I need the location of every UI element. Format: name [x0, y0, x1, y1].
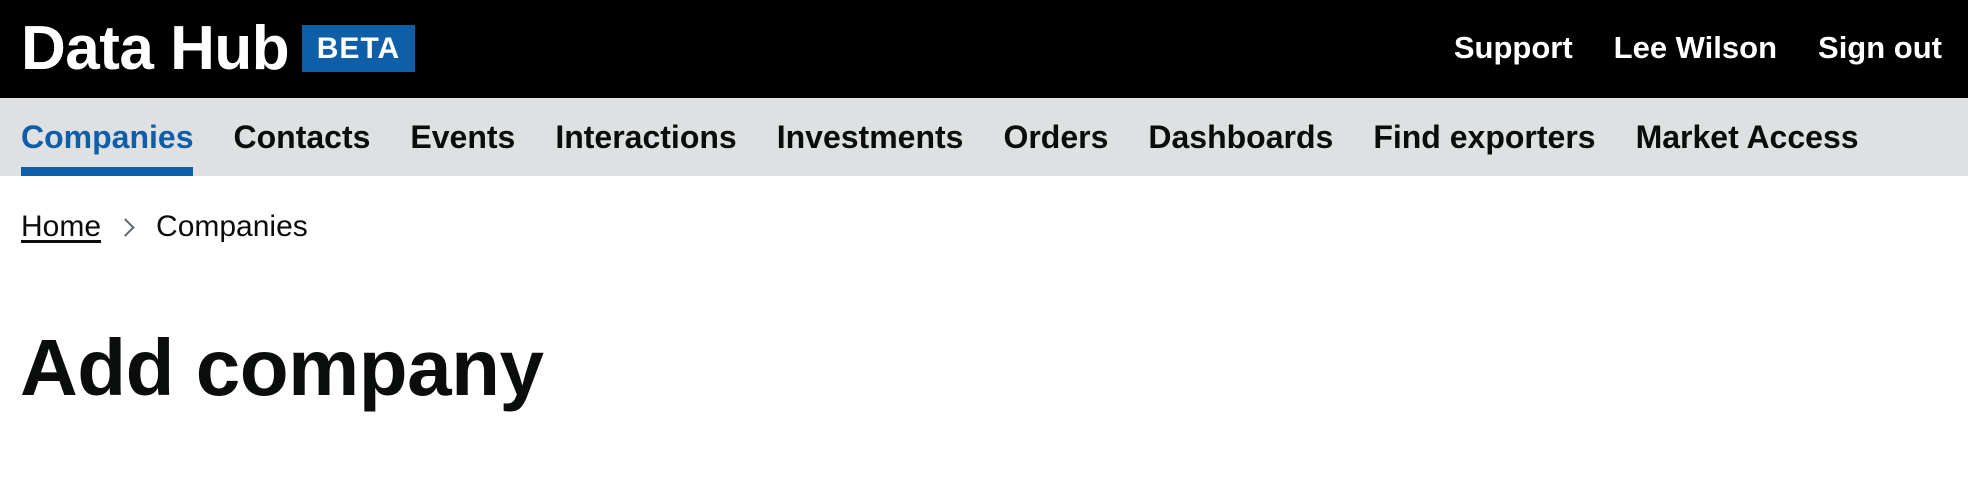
nav-item-companies[interactable]: Companies — [21, 98, 194, 176]
chevron-right-icon — [116, 217, 135, 237]
nav-item-investments[interactable]: Investments — [777, 98, 964, 176]
nav-item-dashboards[interactable]: Dashboards — [1148, 98, 1333, 176]
header-links: Support Lee Wilson Sign out — [1454, 26, 1942, 70]
nav-item-orders[interactable]: Orders — [1003, 98, 1108, 176]
nav-item-contacts[interactable]: Contacts — [233, 98, 370, 176]
breadcrumb-home-link[interactable]: Home — [21, 206, 101, 248]
breadcrumb: Home Companies — [21, 206, 308, 248]
data-hub-logo[interactable]: Data Hub — [21, 16, 290, 82]
main-nav: Companies Contacts Events Interactions I… — [0, 98, 1968, 176]
page-title: Add company — [20, 323, 544, 412]
nav-item-interactions[interactable]: Interactions — [555, 98, 736, 176]
sign-out-link[interactable]: Sign out — [1818, 26, 1942, 70]
site-header: Data Hub BETA Support Lee Wilson Sign ou… — [0, 0, 1968, 98]
support-link[interactable]: Support — [1454, 26, 1573, 70]
nav-item-market-access[interactable]: Market Access — [1636, 98, 1859, 176]
nav-item-find-exporters[interactable]: Find exporters — [1373, 98, 1595, 176]
breadcrumb-current: Companies — [156, 210, 308, 243]
nav-item-events[interactable]: Events — [410, 98, 515, 176]
user-profile-link[interactable]: Lee Wilson — [1614, 26, 1777, 70]
beta-badge: BETA — [302, 25, 415, 72]
